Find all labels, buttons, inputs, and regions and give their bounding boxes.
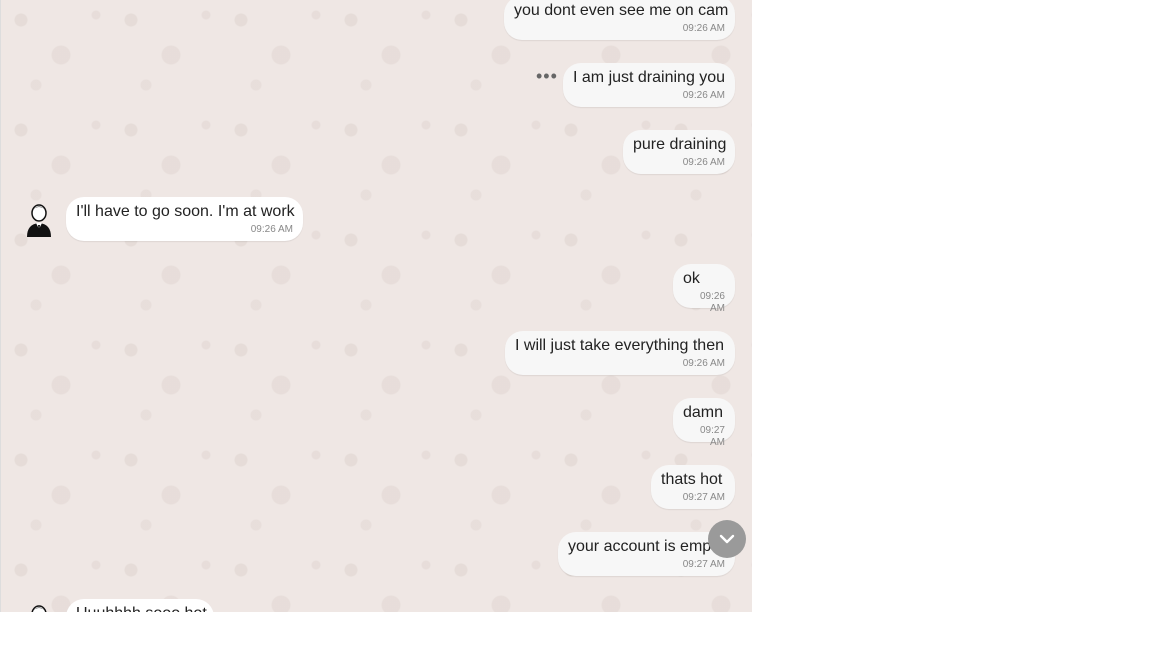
message-text: your account is emp (568, 538, 712, 555)
user-avatar-icon (24, 203, 54, 237)
message-bubble-outgoing[interactable]: ok 09:26 AM (673, 264, 735, 314)
message-bubble-outgoing[interactable]: I am just draining you 09:26 AM (563, 63, 735, 107)
message-text: ok (683, 270, 700, 287)
message-time: 09:27 AM (682, 492, 725, 503)
message-text: damn (683, 404, 724, 421)
chevron-down-icon (719, 534, 735, 544)
message-bubble-outgoing[interactable]: I will just take everything then 09:26 A… (505, 331, 735, 375)
message-bubble-outgoing[interactable]: pure draining 09:26 AM (623, 130, 735, 174)
scroll-down-button[interactable] (708, 520, 746, 558)
message-time: 09:26 AM (682, 358, 725, 369)
message-bubble-outgoing[interactable]: thats hot 09:27 AM (651, 465, 735, 509)
chat-messages-pane[interactable]: you dont even see me on cam 09:26 AM •••… (0, 0, 752, 612)
message-time: 09:27 AM (699, 425, 725, 448)
message-time: 09:26 AM (250, 224, 293, 235)
message-text: thats hot (661, 471, 723, 488)
message-text: I will just take everything then (515, 337, 724, 354)
message-bubble-outgoing[interactable]: damn 09:27 AM (673, 398, 735, 448)
message-text: I am just draining you (573, 69, 726, 86)
message-bubble-outgoing[interactable]: you dont even see me on cam 09:26 AM (504, 0, 735, 40)
message-text: Uuuhhhh sooo hot (76, 604, 207, 612)
message-text: pure draining (633, 136, 727, 153)
message-time: 09:26 AM (682, 157, 725, 168)
more-horizontal-icon[interactable]: ••• (536, 67, 558, 85)
message-time: 09:26 AM (682, 90, 725, 101)
message-bubble-incoming[interactable]: I'll have to go soon. I'm at work 09:26 … (66, 197, 303, 241)
message-text: you dont even see me on cam (514, 2, 729, 19)
message-time: 09:26 AM (682, 23, 725, 34)
message-time: 09:26 AM (699, 291, 725, 314)
user-avatar-icon (24, 604, 54, 612)
message-bubble-incoming[interactable]: Uuuhhhh sooo hot (66, 599, 214, 612)
message-time: 09:27 AM (682, 559, 725, 570)
message-text: I'll have to go soon. I'm at work (76, 203, 295, 220)
